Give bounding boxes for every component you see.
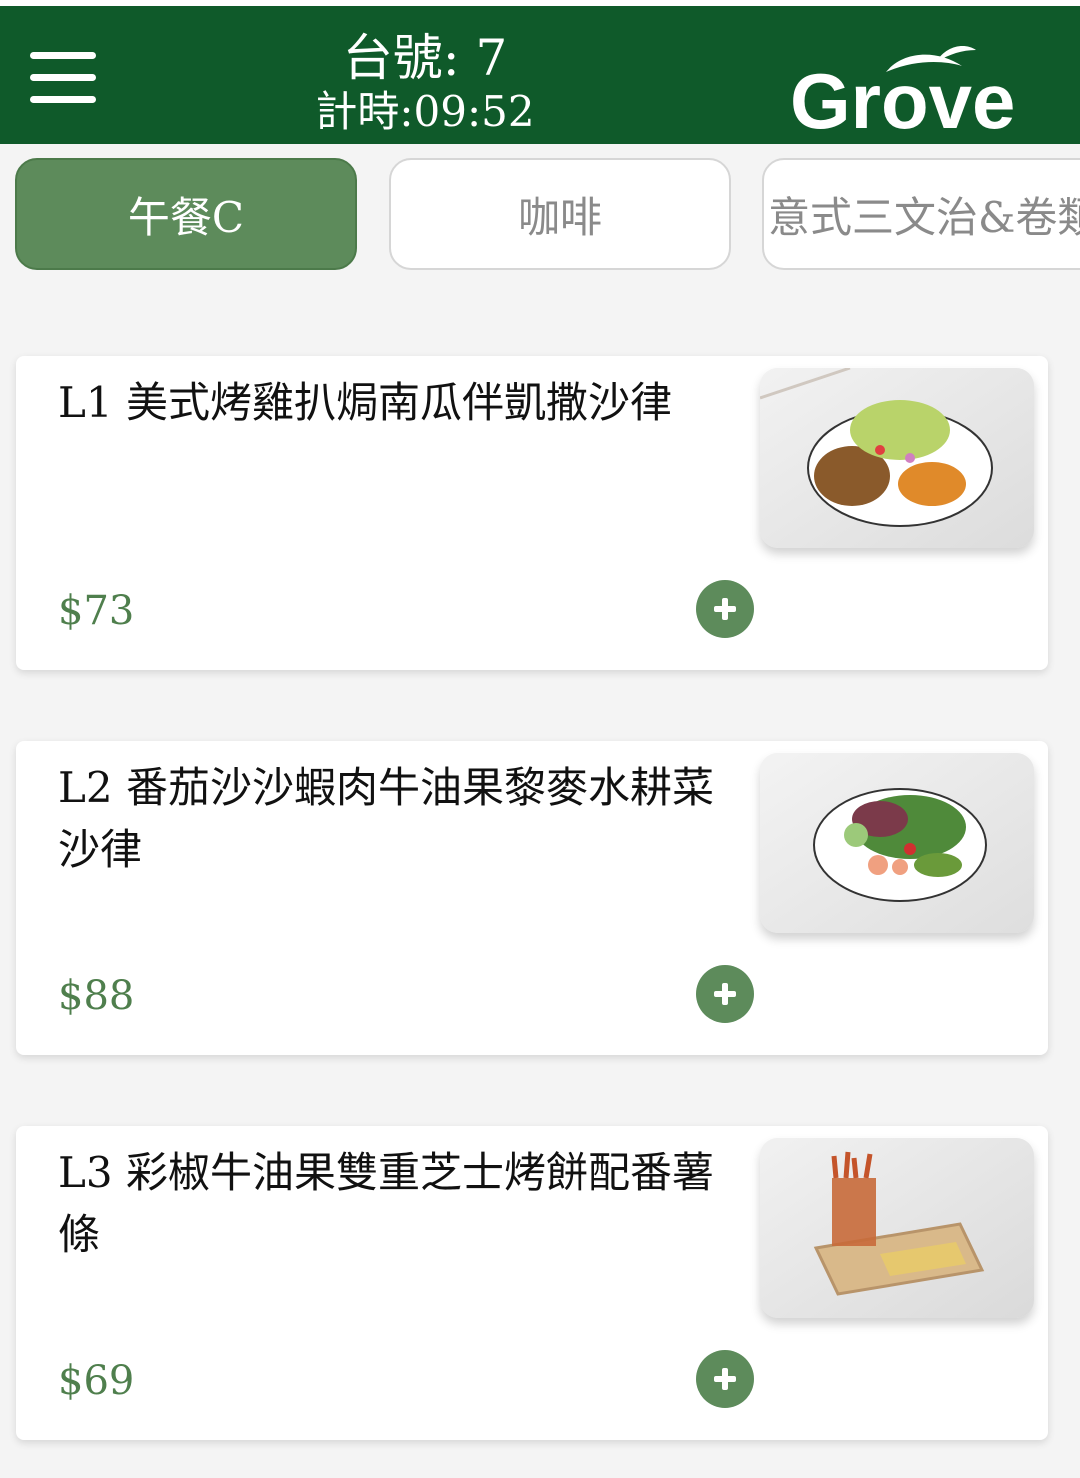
add-to-cart-button[interactable] [696, 1350, 754, 1408]
item-price: $69 [58, 1358, 135, 1404]
category-tabs: 午餐C 咖啡 意式三文治&卷類 [0, 158, 1080, 274]
item-price: $73 [58, 588, 135, 634]
dish-photo [760, 1138, 1034, 1318]
tab-coffee[interactable]: 咖啡 [389, 158, 731, 270]
dish-photo [760, 753, 1034, 933]
item-price: $88 [58, 973, 135, 1019]
app-header: 台號: 7 計時:09:52 Grove [0, 6, 1080, 145]
table-info: 台號: 7 計時:09:52 [300, 28, 550, 136]
dish-photo [760, 368, 1034, 548]
tab-sandwich-wraps[interactable]: 意式三文治&卷類 [762, 158, 1080, 270]
logo-text: Grove [790, 57, 1015, 136]
item-name: L2 番茄沙沙蝦肉牛油果黎麥水耕菜沙律 [58, 763, 714, 874]
grove-logo: Grove [786, 36, 1056, 145]
menu-item-card[interactable]: L1 美式烤雞扒焗南瓜伴凱撒沙律 $73 [16, 356, 1048, 670]
menu-item-card[interactable]: L3 彩椒牛油果雙重芝士烤餅配番薯條 $69 [16, 1126, 1048, 1440]
add-to-cart-button[interactable] [696, 580, 754, 638]
item-name: L3 彩椒牛油果雙重芝士烤餅配番薯條 [58, 1148, 714, 1259]
table-number: 台號: 7 [342, 29, 508, 87]
session-timer: 計時:09:52 [315, 87, 535, 136]
add-to-cart-button[interactable] [696, 965, 754, 1023]
tab-lunch-c[interactable]: 午餐C [15, 158, 357, 270]
menu-item-card[interactable]: L2 番茄沙沙蝦肉牛油果黎麥水耕菜沙律 $88 [16, 741, 1048, 1055]
item-name: L1 美式烤雞扒焗南瓜伴凱撒沙律 [58, 378, 672, 427]
hamburger-menu-icon[interactable] [30, 52, 96, 108]
